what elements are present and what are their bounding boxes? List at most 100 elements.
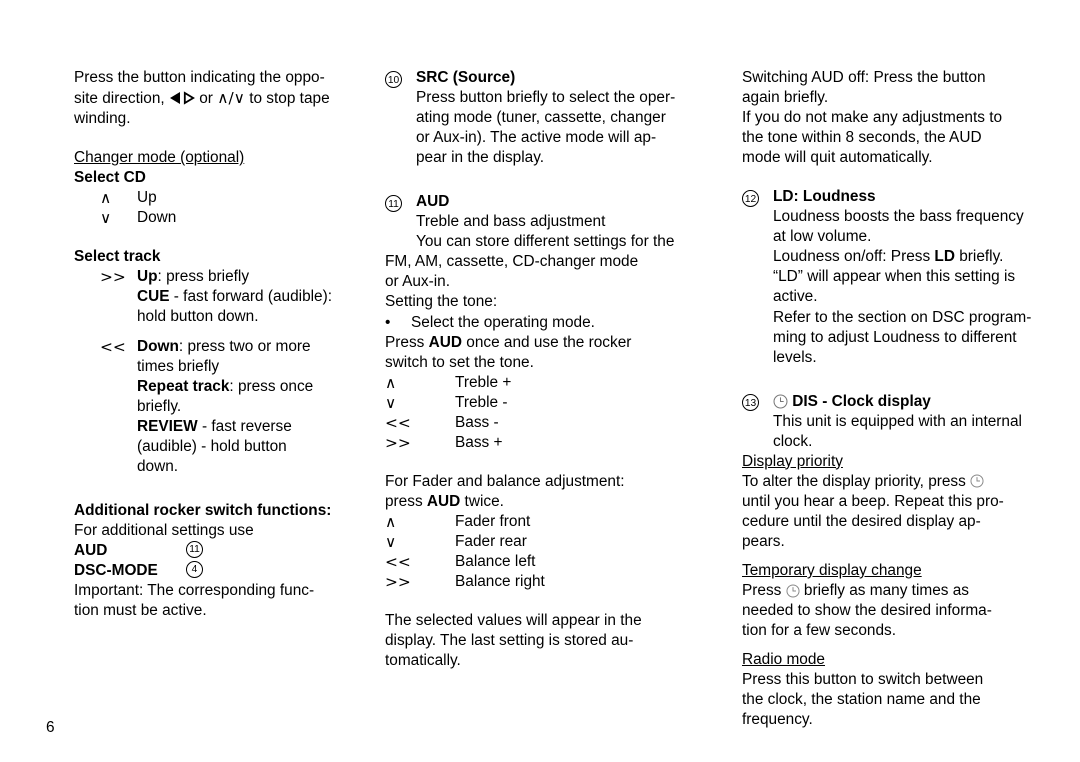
display-priority-line2: until you hear a beep. Repeat this pro- [742,492,1004,510]
temporary-display-body: Press briefly as many times as needed to … [742,581,1044,641]
closing-line1: The selected values will appear in the [385,612,642,630]
desc-fader-rear: Fader rear [455,532,527,550]
select-track-row-forward: >> Up: press briefly CUE - fast forward (… [74,267,370,327]
dsc-mode-label: DSC-MODE [74,561,158,579]
review-label: REVIEW [137,417,198,435]
cue-label: CUE [137,288,170,306]
review-rest: - fast reverse [197,417,292,435]
aud-off-line5: mode will quit automatically. [742,149,933,167]
select-cd-row-down: ∨ Down [74,208,370,228]
down-line2: times briefly [137,357,220,375]
display-priority-line1-prefix: To alter the display priority, press [742,472,971,490]
src-line4: pear in the display. [416,149,545,167]
select-track-heading: Select track [74,248,161,266]
dis-heading: 13 DIS - Clock display [742,392,1044,412]
loudness-line4: “LD” will appear when this setting is [773,268,1016,286]
select-track-back-desc: Down: press two or more times briefly Repe… [137,337,370,477]
closing-line3: tomatically. [385,652,461,670]
select-cd-row-up: ∧ Up [74,188,370,208]
key-tone-back: << [385,413,411,432]
dis-intro: This unit is equipped with an internal cl… [742,412,1044,452]
key-back: << [100,337,126,356]
repeat-track-rest: : press once [229,377,314,395]
loudness-line7: ming to adjust Loudness to different [773,328,1017,346]
right-column: Switching AUD off: Press the button again… [742,68,1044,730]
aud-line3: FM, AM, cassette, CD-changer mode [385,253,639,271]
page-number: 6 [46,719,55,736]
key-tone-up: ∧ [385,373,397,392]
additional-functions-heading: Additional rocker switch functions: [74,501,332,519]
closing-line2: display. The last setting is stored au- [385,632,634,650]
dis-title: DIS - Clock display [792,392,931,410]
aud-intro: Treble and bass adjustment You can store … [385,212,705,252]
aud-off-line1: Switching AUD off: Press the button [742,69,986,86]
key-fader-up: ∧ [385,512,397,531]
arrow-up-glyph: ∧ [217,89,229,108]
desc-bass-plus: Bass + [455,433,503,451]
fader-press-prefix: press [385,492,427,510]
up-label: Up [137,268,158,286]
loudness-line6: Refer to the section on DSC program- [773,308,1032,326]
review-line7: down. [137,457,179,475]
changer-mode-heading: Changer mode (optional) [74,149,245,167]
fader-press-aud-label: AUD [426,492,461,510]
aud-line1: Treble and bass adjustment [416,213,606,231]
additional-functions-intro: For additional settings use [74,521,254,539]
clock-icon [970,474,984,488]
fader-instruction: For Fader and balance adjustment: press A… [385,472,705,512]
src-heading: 10 SRC (Source) [385,68,705,88]
aud-off-line3: If you do not make any adjustments to [742,109,1003,127]
press-line2: switch to set the tone. [385,353,534,371]
src-body: Press button briefly to select the oper-… [385,88,705,168]
tape-winding-line2-prefix: site direction, [74,90,169,108]
tape-winding-line1: Press the button indicating the oppo- [74,69,325,86]
aud-line2: You can store different settings for the [416,233,675,251]
loudness-line3-suffix: briefly. [954,248,1004,266]
desc-bass-minus: Bass - [455,413,499,431]
press-suffix: once and use the rocker [461,333,632,351]
aud-title: AUD [416,193,450,211]
dis-intro-line2: clock. [773,432,813,450]
note-line1: Important: The corresponding func- [74,582,315,600]
key-fader-down: ∨ [385,532,397,551]
down-rest: : press two or more [178,337,311,355]
loudness-line5: active. [773,288,818,306]
select-track-row-back: << Down: press two or more times briefly R… [74,337,370,477]
desc-down: Down [137,209,177,227]
radio-line3: frequency. [742,711,813,729]
src-line3: or Aux-in). The active mode will ap- [416,129,657,147]
ref-circle-12: 12 [742,189,759,207]
key-balance-back: << [385,553,411,572]
fader-row-rear: ∨ Fader rear [385,532,705,552]
radio-line1: Press this button to switch between [742,671,984,689]
desc-fader-front: Fader front [455,512,531,530]
fader-press-suffix: twice. [460,492,504,510]
tone-row-bass-minus: << Bass - [385,413,705,433]
fader-row-balance-right: >> Balance right [385,572,705,592]
ld-button-label: LD [934,248,955,266]
aud-off-paragraph: Switching AUD off: Press the button again… [742,68,1044,168]
display-priority-line4: pears. [742,532,785,550]
loudness-line1: Loudness boosts the bass frequency [773,208,1024,226]
aud-off-line2: again briefly. [742,89,829,107]
repeat-track-line4: briefly. [137,397,182,415]
clock-icon [786,584,800,598]
ref-circle-11-mid: 11 [385,194,402,212]
display-priority-body: To alter the display priority, press unt… [742,472,1044,552]
fader-intro: For Fader and balance adjustment: [385,472,625,490]
arrow-down-glyph: ∨ [233,89,245,108]
bullet-glyph: • [385,313,391,331]
press-aud-label: AUD [428,333,462,351]
tape-winding-line3: winding. [74,110,131,128]
cue-rest: - fast forward (audible): [169,288,333,306]
temporary-line2: needed to show the desired informa- [742,602,992,620]
key-arrow-down: ∨ [100,209,112,228]
down-label: Down [137,337,179,355]
cue-line3: hold button down. [137,308,259,326]
src-title: SRC (Source) [416,69,516,86]
key-arrow-up: ∧ [100,189,112,208]
display-priority-heading: Display priority [742,452,843,470]
key-tone-down: ∨ [385,393,397,412]
clock-icon [773,394,788,409]
tone-row-treble-up: ∧ Treble + [385,373,705,393]
